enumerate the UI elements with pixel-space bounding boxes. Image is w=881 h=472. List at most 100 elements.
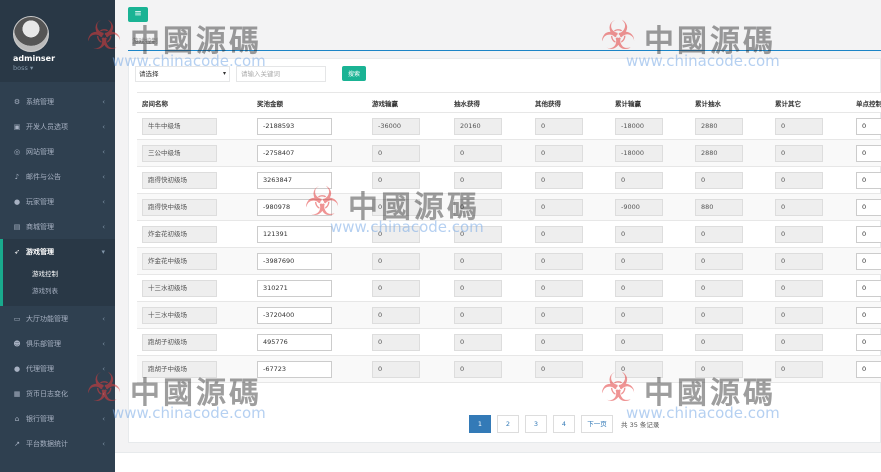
- table-row: 炸金花初级场 121391 0 0 0 0 0 0 0: [137, 220, 881, 248]
- table-row: 跑得快中级场 -980978 0 0 0 -9000 880 0 0: [137, 193, 881, 221]
- sidebar-item-3[interactable]: ♪ 邮件与公告 ‹: [0, 164, 115, 189]
- readonly-field: 2880: [695, 144, 743, 162]
- menu-toggle-button[interactable]: ≡: [128, 7, 148, 22]
- readonly-field: 0: [535, 117, 583, 135]
- filter-select[interactable]: 请选择 ▾: [135, 66, 230, 82]
- control-input[interactable]: 0: [856, 279, 881, 297]
- table-cell: 0: [690, 301, 770, 329]
- pool-amount-input[interactable]: -3720400: [257, 306, 332, 324]
- user-agent-icon: ●: [13, 364, 21, 373]
- table-cell: 0: [851, 166, 881, 194]
- page-button-2[interactable]: 2: [497, 415, 519, 433]
- pool-amount-input[interactable]: -3987690: [257, 252, 332, 270]
- keyword-input[interactable]: [236, 66, 326, 82]
- chevron-left-icon: ‹: [102, 389, 105, 398]
- table-cell: 0: [851, 355, 881, 383]
- pool-amount-input[interactable]: -980978: [257, 198, 332, 216]
- sidebar-item-label: 大厅功能管理: [26, 314, 68, 323]
- sidebar-item-4[interactable]: ● 玩家管理 ‹: [0, 189, 115, 214]
- table-cell: 0: [367, 166, 449, 194]
- readonly-field: 0: [535, 198, 583, 216]
- readonly-field: 0: [372, 171, 420, 189]
- sidebar-item-5[interactable]: ▤ 商城管理 ‹: [0, 214, 115, 239]
- profile-block: adminser boss ▾: [0, 0, 115, 82]
- readonly-field: 0: [454, 198, 502, 216]
- control-input[interactable]: 0: [856, 225, 881, 243]
- table-cell: 跑胡子中级场: [137, 355, 252, 383]
- submenu-item-0[interactable]: 游戏控制: [3, 266, 115, 283]
- sidebar-item-6[interactable]: ➶ 游戏管理 ▾: [0, 239, 115, 264]
- sidebar-item-11[interactable]: ⌂ 银行管理 ‹: [0, 406, 115, 431]
- control-input[interactable]: 0: [856, 117, 881, 135]
- table-cell: 880: [690, 193, 770, 221]
- readonly-field: 0: [535, 171, 583, 189]
- readonly-field: 0: [372, 225, 420, 243]
- table-cell: 0: [770, 355, 851, 383]
- table-cell: -9000: [610, 193, 690, 221]
- readonly-field: 0: [372, 144, 420, 162]
- submenu-item-1[interactable]: 游戏列表: [3, 283, 115, 300]
- readonly-field: 0: [775, 144, 823, 162]
- table-cell: 十三水中级场: [137, 301, 252, 329]
- readonly-field: 0: [372, 198, 420, 216]
- calendar-icon: ▦: [13, 389, 21, 398]
- column-header: 累计输赢: [610, 92, 690, 113]
- table-cell: 0: [530, 355, 610, 383]
- table-cell: 0: [367, 247, 449, 275]
- sidebar-item-9[interactable]: ● 代理管理 ‹: [0, 356, 115, 381]
- readonly-field: 0: [535, 360, 583, 378]
- pool-amount-input[interactable]: 121391: [257, 225, 332, 243]
- table-cell: 2880: [690, 112, 770, 140]
- table-row: 十三水初级场 310271 0 0 0 0 0 0 0: [137, 274, 881, 302]
- readonly-field: 0: [454, 360, 502, 378]
- pool-amount-input[interactable]: -2758407: [257, 144, 332, 162]
- pool-amount-input[interactable]: -67723: [257, 360, 332, 378]
- control-input[interactable]: 0: [856, 333, 881, 351]
- sidebar-item-1[interactable]: ▣ 开发人员选项 ‹: [0, 114, 115, 139]
- sidebar-item-0[interactable]: ⚙ 系统管理 ‹: [0, 89, 115, 114]
- hamburger-icon: ≡: [134, 9, 142, 19]
- page-button-1[interactable]: 1: [469, 415, 491, 433]
- table-cell: 0: [851, 193, 881, 221]
- table-cell: 0: [449, 193, 530, 221]
- sidebar-item-8[interactable]: ☻ 俱乐部管理 ‹: [0, 331, 115, 356]
- pool-amount-input[interactable]: 3263847: [257, 171, 332, 189]
- readonly-field: 0: [454, 171, 502, 189]
- sidebar-item-7[interactable]: ▭ 大厅功能管理 ‹: [0, 306, 115, 331]
- avatar[interactable]: [13, 16, 49, 52]
- sidebar-item-label: 银行管理: [26, 414, 54, 423]
- pagination: 1 2 3 4 下一页共 35 条记录: [469, 415, 659, 433]
- pool-amount-input[interactable]: -2188593: [257, 117, 332, 135]
- control-input[interactable]: 0: [856, 252, 881, 270]
- readonly-field: 0: [775, 225, 823, 243]
- table-cell: 0: [610, 220, 690, 248]
- sidebar-item-12[interactable]: ↗ 平台数据统计 ‹: [0, 431, 115, 456]
- chevron-left-icon: ‹: [102, 122, 105, 131]
- control-input[interactable]: 0: [856, 306, 881, 324]
- user-role-dropdown[interactable]: boss ▾: [13, 64, 33, 72]
- table-cell: 0: [530, 328, 610, 356]
- table-cell: 121391: [252, 220, 367, 248]
- table-row: 十三水中级场 -3720400 0 0 0 0 0 0 0: [137, 301, 881, 329]
- sidebar-item-label: 邮件与公告: [26, 172, 61, 181]
- readonly-field: 0: [372, 333, 420, 351]
- page-button-4[interactable]: 4: [553, 415, 575, 433]
- table-cell: 0: [530, 139, 610, 167]
- pool-amount-input[interactable]: 310271: [257, 279, 332, 297]
- control-input[interactable]: 0: [856, 198, 881, 216]
- control-input[interactable]: 0: [856, 144, 881, 162]
- next-page-button[interactable]: 下一页: [581, 415, 613, 433]
- search-button[interactable]: 搜索: [342, 66, 366, 81]
- chevron-left-icon: ‹: [102, 172, 105, 181]
- readonly-field: 跑胡子中级场: [142, 360, 217, 378]
- control-input[interactable]: 0: [856, 171, 881, 189]
- readonly-field: 0: [695, 225, 743, 243]
- readonly-field: 0: [454, 279, 502, 297]
- readonly-field: -9000: [615, 198, 663, 216]
- sidebar-item-2[interactable]: ◎ 网站管理 ‹: [0, 139, 115, 164]
- sidebar-item-10[interactable]: ▦ 货币日志变化 ‹: [0, 381, 115, 406]
- control-input[interactable]: 0: [856, 360, 881, 378]
- pool-amount-input[interactable]: 495776: [257, 333, 332, 351]
- page-button-3[interactable]: 3: [525, 415, 547, 433]
- table-header: 房间名称奖池金额游戏输赢抽水获得其他获得累计输赢累计抽水累计其它单点控制千: [137, 92, 881, 113]
